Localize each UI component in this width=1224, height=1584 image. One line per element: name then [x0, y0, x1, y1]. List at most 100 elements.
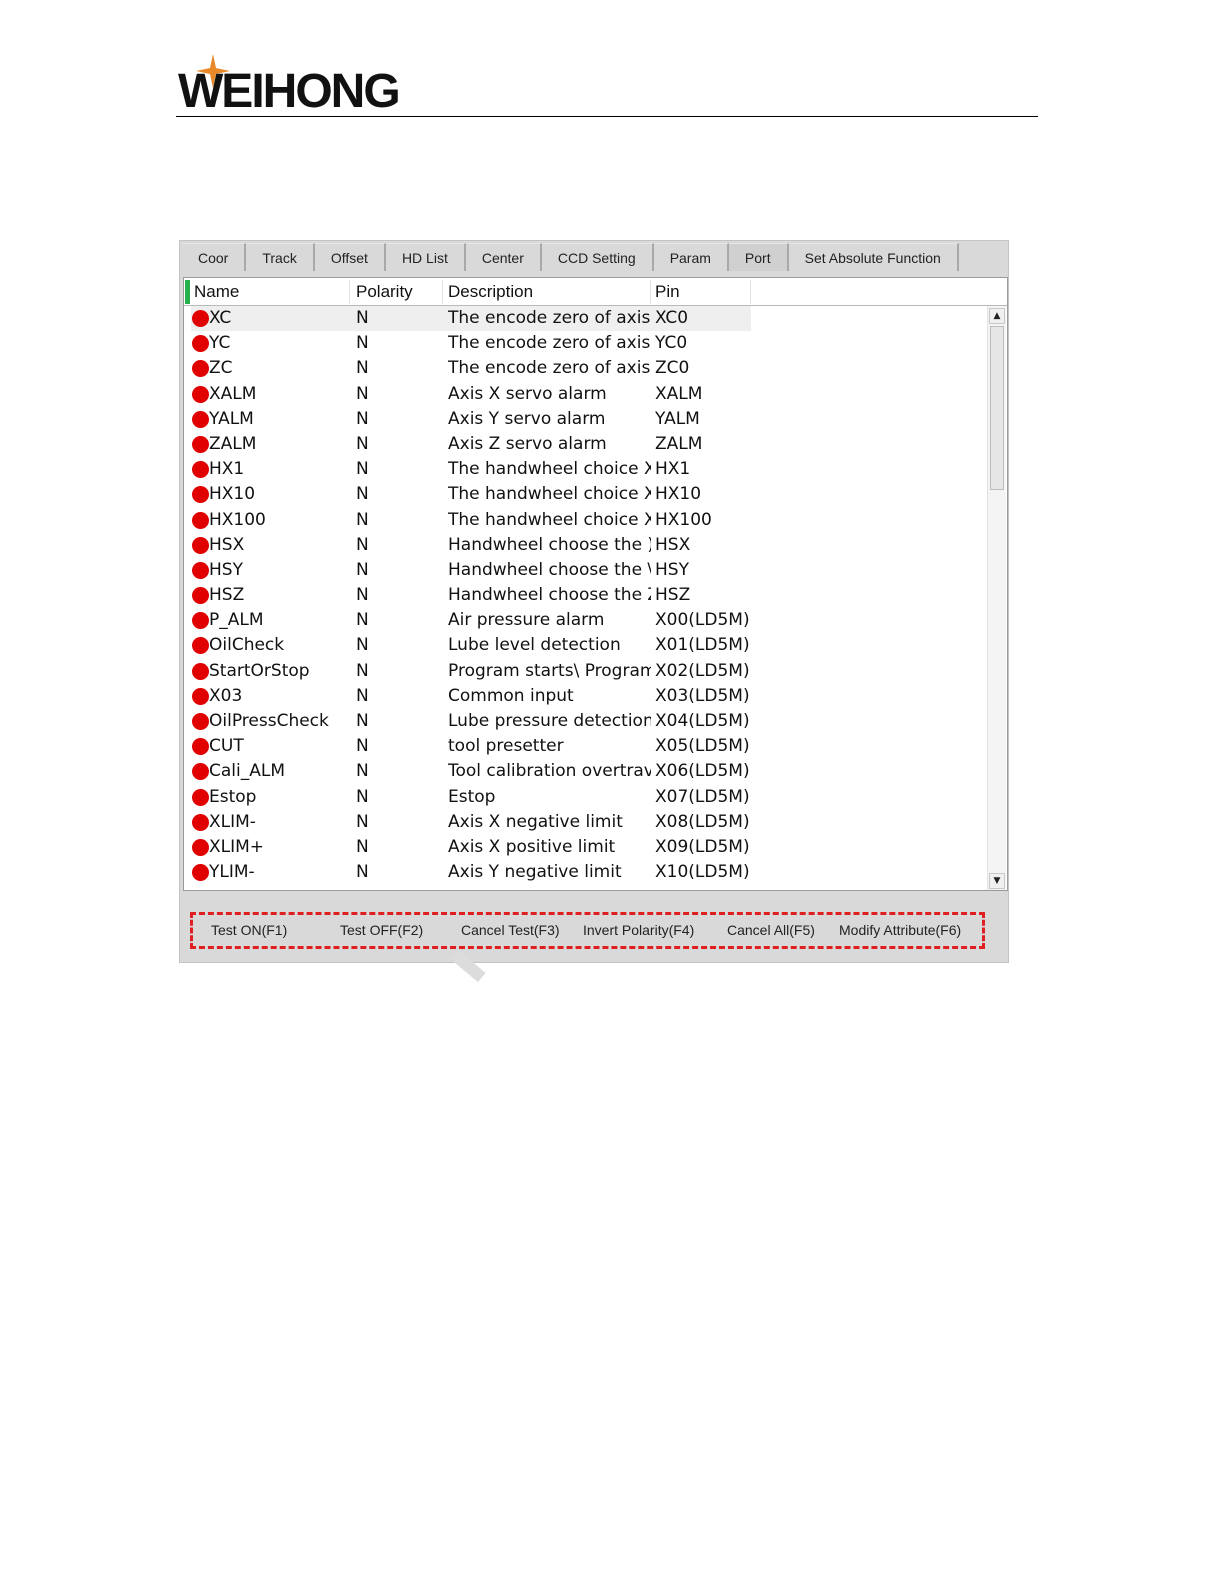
modify-attribute-button[interactable]: Modify Attribute(F6) — [839, 922, 961, 938]
port-name: ZALM — [209, 433, 257, 454]
table-row[interactable]: ZALM N Axis Z servo alarm ZALM — [184, 432, 988, 457]
port-description: The encode zero of axis — [448, 358, 651, 379]
port-name: XLIM+ — [209, 836, 265, 857]
port-polarity: N — [356, 862, 369, 883]
table-row[interactable]: XALM N Axis X servo alarm XALM — [184, 382, 988, 407]
table-row[interactable]: CUT Ntool presetter X05(LD5M) — [184, 734, 988, 759]
column-header-pin[interactable]: Pin — [655, 282, 680, 302]
table-row[interactable]: StartOrStop N Program starts\ Program X02(L… — [184, 659, 988, 684]
port-description: Axis X negative limit — [448, 811, 623, 832]
port-pin: X08(LD5M) — [655, 811, 750, 832]
list-body: XC N The encode zero of axis XC0 YC N The enco… — [184, 306, 988, 885]
port-polarity: N — [356, 459, 369, 480]
column-header-polarity[interactable]: Polarity — [356, 282, 413, 302]
port-polarity: N — [356, 610, 369, 631]
port-name: YC — [209, 333, 231, 354]
port-pin: YC0 — [655, 333, 688, 354]
status-dot-icon — [192, 838, 209, 856]
port-name: OilPressCheck — [209, 711, 329, 731]
status-dot-icon — [192, 612, 209, 630]
port-polarity: N — [356, 685, 369, 706]
port-description: Tool calibration overtrav — [448, 761, 651, 782]
tab-hd-list[interactable]: HD List — [385, 243, 466, 271]
port-pin: HX1 — [655, 459, 691, 480]
port-polarity: N — [356, 836, 369, 857]
tab-param[interactable]: Param — [653, 243, 729, 271]
port-pin: ZALM — [655, 433, 703, 454]
port-pin: X10(LD5M) — [655, 862, 750, 883]
table-row[interactable]: Cali_ALM N Tool calibration overtrav X06(LD… — [184, 759, 988, 784]
port-description: Axis Z servo alarm — [448, 433, 607, 454]
vertical-scrollbar[interactable]: ▲ ▼ — [987, 306, 1006, 890]
column-divider[interactable] — [442, 280, 443, 304]
table-row[interactable]: HSX N Handwheel choose the ) HSX — [184, 533, 988, 558]
table-row[interactable]: XLIM+ N Axis X positive limit X09(LD5M) — [184, 835, 988, 860]
table-row[interactable]: YLIM- N Axis Y negative limit X10(LD5M) — [184, 860, 988, 885]
tab-track[interactable]: Track — [246, 243, 315, 271]
table-row[interactable]: HX1 N The handwheel choice X HX1 — [184, 457, 988, 482]
table-row[interactable]: P_ALM N Air pressure alarm X00(LD5M) — [184, 608, 988, 633]
port-description: tool presetter — [448, 736, 564, 757]
port-description: The encode zero of axis — [448, 333, 651, 354]
port-name: HX1 — [209, 459, 245, 480]
port-pin: X06(LD5M) — [655, 761, 750, 782]
port-name: Estop — [209, 786, 257, 807]
port-pin: HSZ — [655, 585, 691, 606]
tab-port[interactable]: Port — [728, 243, 789, 271]
port-description: Handwheel choose the Z — [448, 585, 651, 606]
column-divider[interactable] — [750, 280, 751, 304]
table-row[interactable]: YALM N Axis Y servo alarm YALM — [184, 407, 988, 432]
table-row[interactable]: X03 N Common input X03(LD5M) — [184, 684, 988, 709]
table-row[interactable]: ZC N The encode zero of axis ZC0 — [184, 356, 988, 381]
port-polarity: N — [356, 408, 369, 429]
column-header-description[interactable]: Description — [448, 282, 533, 302]
column-header-name[interactable]: Name — [194, 282, 239, 302]
table-row[interactable]: Estop N Estop X07(LD5M) — [184, 785, 988, 810]
tab-bar: Coor Track Offset HD List Center CCD Set… — [182, 243, 959, 273]
port-description: Handwheel choose the ) — [448, 534, 651, 555]
status-dot-icon — [192, 713, 209, 730]
invert-polarity-button[interactable]: Invert Polarity(F4) — [583, 922, 694, 938]
test-on-button[interactable]: Test ON(F1) — [211, 922, 287, 938]
table-row[interactable]: YC N The encode zero of axis YC0 — [184, 331, 988, 356]
port-name: StartOrStop — [209, 660, 310, 681]
port-polarity: N — [356, 484, 369, 505]
port-pin: ZC0 — [655, 358, 690, 379]
table-row[interactable]: XLIM- N Axis X negative limit X08(LD5M) — [184, 810, 988, 835]
table-row[interactable]: HX10 N The handwheel choice X HX10 — [184, 482, 988, 507]
tab-coor[interactable]: Coor — [182, 243, 247, 271]
cancel-all-button[interactable]: Cancel All(F5) — [727, 922, 815, 938]
column-divider[interactable] — [349, 280, 350, 304]
tab-center[interactable]: Center — [465, 243, 542, 271]
port-name: X03 — [209, 685, 243, 706]
status-dot-icon — [192, 360, 209, 378]
port-name: YALM — [209, 408, 254, 429]
port-name: HX100 — [209, 509, 266, 530]
port-name: HX10 — [209, 484, 256, 505]
table-row[interactable]: OilPressCheck N Lube pressure detection X04… — [184, 709, 988, 734]
port-pin: X04(LD5M) — [655, 711, 750, 731]
test-off-button[interactable]: Test OFF(F2) — [340, 922, 423, 938]
port-polarity: N — [356, 534, 369, 555]
scrollbar-thumb[interactable] — [990, 326, 1004, 490]
table-row[interactable]: HSZ N Handwheel choose the Z HSZ — [184, 583, 988, 608]
status-dot-icon — [192, 687, 209, 705]
tab-ccd-setting[interactable]: CCD Setting — [541, 243, 654, 271]
arrow-up-icon[interactable]: ▲ — [989, 308, 1005, 324]
port-polarity: N — [356, 736, 369, 757]
port-description: The handwheel choice X — [448, 484, 651, 505]
weihong-logo: WEIHONG — [178, 54, 438, 120]
port-name: XC — [209, 308, 232, 328]
cancel-test-button[interactable]: Cancel Test(F3) — [461, 922, 560, 938]
table-row[interactable]: XC N The encode zero of axis XC0 — [184, 306, 988, 331]
tab-set-absolute-function[interactable]: Set Absolute Function — [788, 243, 959, 271]
table-row[interactable]: OilCheck N Lube level detection X01(LD5M) — [184, 633, 988, 658]
column-divider[interactable] — [650, 280, 651, 304]
table-row[interactable]: HX100 N The handwheel choice X HX100 — [184, 508, 988, 533]
port-name: YLIM- — [209, 862, 255, 883]
port-polarity: N — [356, 660, 369, 681]
tab-offset[interactable]: Offset — [314, 243, 386, 271]
port-description: Estop — [448, 786, 496, 807]
table-row[interactable]: HSY N Handwheel choose the \ HSY — [184, 558, 988, 583]
arrow-down-icon[interactable]: ▼ — [989, 873, 1005, 889]
